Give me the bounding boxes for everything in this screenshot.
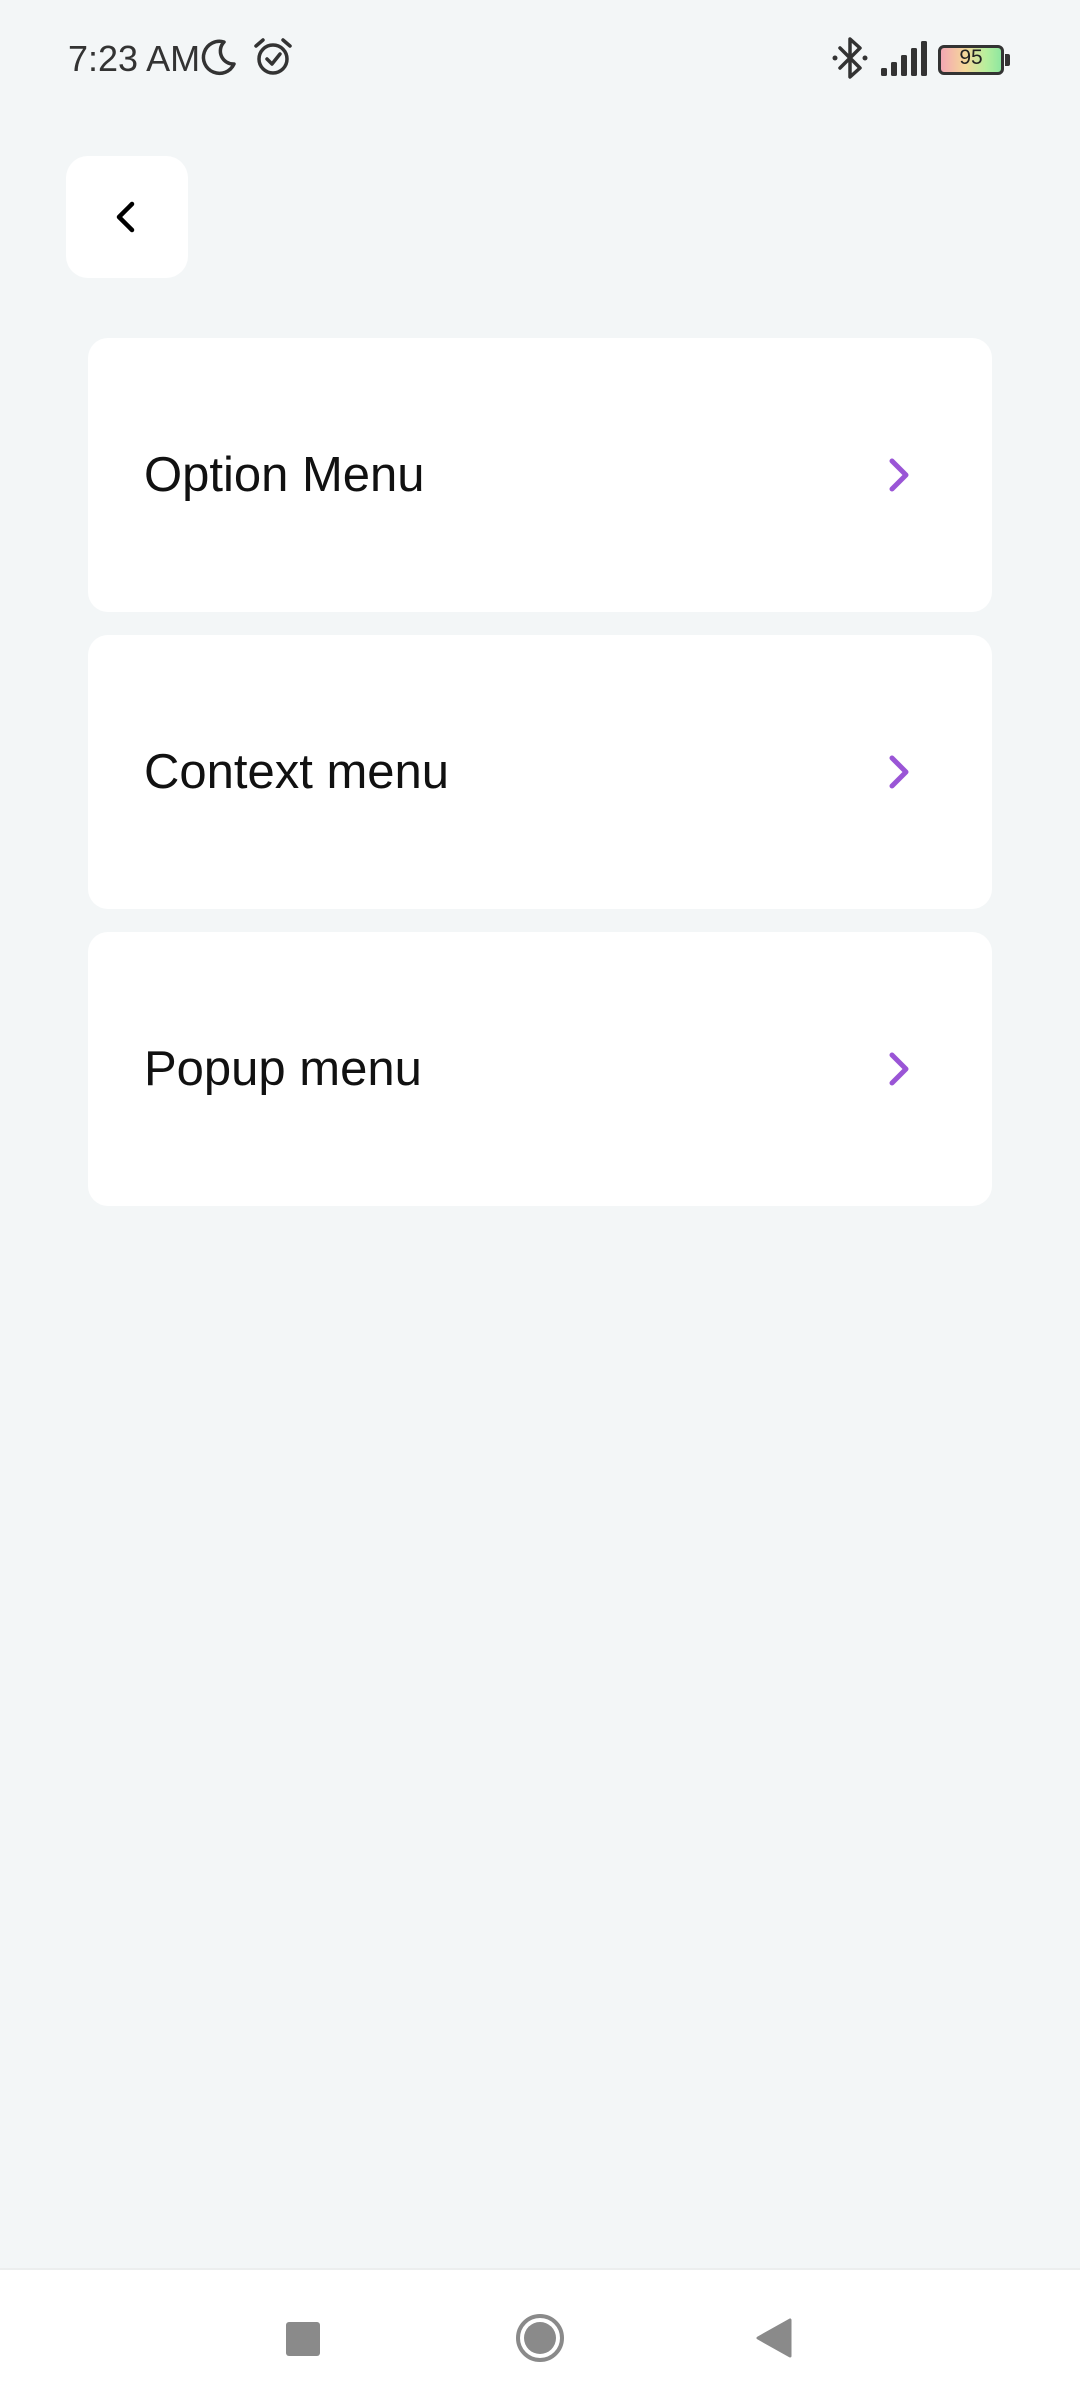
chevron-right-icon <box>889 1052 909 1086</box>
status-time: 7:23 AM <box>68 38 201 79</box>
back-icon[interactable] <box>754 2316 794 2360</box>
navigation-bar <box>0 2268 1080 2400</box>
chevron-right-icon <box>889 458 909 492</box>
recents-icon[interactable] <box>286 2322 320 2356</box>
home-icon[interactable] <box>514 2312 566 2364</box>
battery-icon: 95 <box>938 45 1010 75</box>
menu-item-label: Context menu <box>144 745 450 799</box>
chevron-left-icon <box>116 201 135 233</box>
bluetooth-icon <box>832 37 868 79</box>
menu-item-label: Popup menu <box>144 1042 422 1096</box>
menu-item-context-menu[interactable]: Context menu <box>88 635 992 909</box>
battery-tip <box>1005 54 1010 66</box>
menu-item-label: Option Menu <box>144 448 425 502</box>
status-bar: 7:23 AM 95 <box>0 0 1080 120</box>
chevron-right-icon <box>889 755 909 789</box>
screen: 7:23 AM 95 Option Menu Context menu Popu… <box>0 0 1080 2400</box>
signal-icon <box>881 41 927 76</box>
moon-icon <box>201 39 236 76</box>
menu-list: Option Menu Context menu Popup menu <box>88 338 992 1229</box>
menu-item-option-menu[interactable]: Option Menu <box>88 338 992 612</box>
battery-level: 95 <box>959 46 983 69</box>
menu-item-popup-menu[interactable]: Popup menu <box>88 932 992 1206</box>
back-button[interactable] <box>66 156 188 278</box>
alarm-icon <box>254 38 292 75</box>
